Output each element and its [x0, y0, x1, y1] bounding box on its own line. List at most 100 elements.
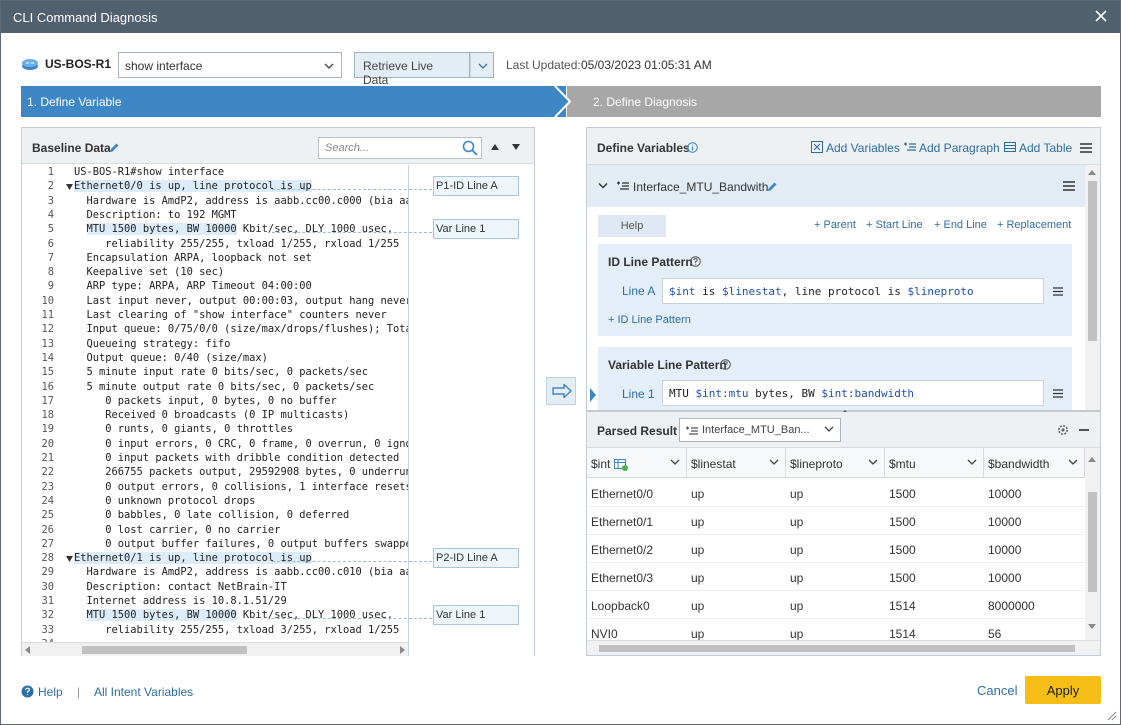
chevron-down-icon[interactable] — [1068, 458, 1078, 466]
retrieve-options-button[interactable] — [470, 52, 494, 78]
gear-icon[interactable] — [1057, 424, 1069, 436]
scrollbar-thumb[interactable] — [82, 646, 247, 654]
line-number: 7 — [47, 251, 54, 264]
column-header[interactable]: $mtu — [885, 448, 984, 478]
fold-toggle-icon[interactable] — [66, 556, 73, 563]
table-cell: 10000 — [988, 571, 1022, 585]
command-select[interactable]: show interface — [118, 52, 342, 78]
line-text: ARP type: ARPA, ARP Timeout 04:00:00 — [74, 280, 312, 293]
menu-icon[interactable] — [1080, 143, 1092, 153]
transfer-button[interactable] — [546, 377, 576, 405]
line-annotation[interactable]: Var Line 1 — [433, 219, 519, 240]
help-circle-icon[interactable] — [690, 256, 701, 267]
menu-icon[interactable] — [1063, 181, 1075, 191]
retrieve-live-data-button[interactable]: Retrieve Live Data — [354, 52, 470, 87]
pattern-text: , line protocol is — [781, 285, 908, 298]
table-horizontal-scrollbar[interactable] — [587, 640, 1100, 655]
close-icon[interactable] — [1092, 7, 1110, 25]
minimize-icon[interactable] — [1079, 429, 1089, 431]
table-row[interactable]: Loopback0 up up 1514 8000000 — [587, 591, 1085, 619]
scroll-up-icon[interactable] — [1088, 456, 1096, 462]
scrollbar-thumb[interactable] — [599, 645, 1075, 652]
column-header[interactable]: $lineproto — [786, 448, 885, 478]
table-cell: NVI0 — [591, 627, 618, 640]
add-parent-link[interactable]: + Parent — [814, 219, 856, 231]
scrollbar-thumb[interactable] — [1088, 181, 1097, 341]
table-vertical-scrollbar[interactable] — [1085, 448, 1100, 640]
step-define-diagnosis[interactable]: 2. Define Diagnosis — [567, 86, 1101, 117]
column-header[interactable]: $bandwidth — [984, 448, 1085, 478]
menu-icon[interactable] — [1053, 287, 1063, 296]
chevron-down-icon[interactable] — [670, 458, 680, 466]
vertical-scrollbar[interactable] — [1085, 165, 1100, 410]
help-label: Help — [38, 685, 63, 699]
previous-match-icon[interactable] — [490, 143, 500, 151]
line-text: 0 input packets with dribble condition d… — [74, 452, 400, 464]
scroll-up-icon[interactable] — [1088, 169, 1096, 175]
all-intent-variables-link[interactable]: All Intent Variables — [94, 685, 193, 699]
scroll-right-icon[interactable] — [399, 646, 405, 654]
id-line-pattern-input[interactable]: $int is $linestat, line protocol is $lin… — [662, 278, 1044, 304]
add-variables-label: Add Variables — [826, 141, 900, 155]
table-cell: 1514 — [889, 599, 916, 613]
resize-grip-icon[interactable] — [1105, 709, 1117, 721]
table-row[interactable]: Ethernet0/1 up up 1500 10000 — [587, 507, 1085, 535]
add-replacement-link[interactable]: + Replacement — [997, 219, 1071, 231]
line-annotation[interactable]: P2-ID Line A — [433, 548, 519, 569]
last-updated-label: Last Updated: — [506, 58, 581, 72]
chevron-down-icon[interactable] — [769, 458, 779, 466]
pencil-icon[interactable] — [766, 181, 778, 193]
fold-toggle-icon[interactable] — [66, 184, 73, 191]
table-cell: 1500 — [889, 571, 916, 585]
line-number: 33 — [41, 623, 54, 636]
add-variables-button[interactable]: Add Variables — [811, 141, 900, 155]
search-input[interactable]: Search... — [318, 137, 482, 159]
pencil-icon[interactable] — [108, 142, 120, 154]
table-row[interactable]: Ethernet0/2 up up 1500 10000 — [587, 535, 1085, 563]
line-annotation[interactable]: Var Line 1 — [433, 605, 519, 626]
help-circle-icon[interactable] — [720, 359, 731, 370]
highlighted-variable: MTU 1500 bytes, BW 10000 — [86, 609, 237, 622]
chevron-down-icon[interactable] — [868, 458, 878, 466]
chevron-down-icon — [824, 426, 834, 432]
chevron-down-icon[interactable] — [598, 182, 608, 190]
horizontal-scrollbar[interactable] — [22, 642, 408, 656]
code-line: 13 Queueing strategy: fifo — [22, 338, 408, 352]
scroll-down-icon[interactable] — [1088, 624, 1096, 630]
scrollbar-thumb[interactable] — [1088, 492, 1097, 592]
line-number: 17 — [41, 394, 54, 407]
parsed-result-header: Parsed Result Interface_MTU_Ban... — [587, 412, 1100, 448]
apply-button[interactable]: Apply — [1025, 676, 1101, 704]
add-table-button[interactable]: Add Table — [1004, 141, 1072, 155]
next-match-icon[interactable] — [511, 143, 521, 151]
add-id-line-pattern-link[interactable]: + ID Line Pattern — [608, 314, 691, 326]
info-icon[interactable] — [687, 142, 698, 153]
table-cell: 1514 — [889, 627, 916, 640]
column-header[interactable]: $linestat — [687, 448, 786, 478]
table-row[interactable]: Ethernet0/0 up up 1500 10000 — [587, 479, 1085, 507]
menu-icon[interactable] — [1053, 389, 1063, 398]
line-number: 1 — [47, 166, 54, 178]
baseline-title: Baseline Data — [32, 141, 111, 155]
variable-line-pattern-input[interactable]: MTU $int:mtu bytes, BW $int:bandwidth — [662, 380, 1044, 406]
line-annotation[interactable]: P1-ID Line A — [433, 176, 519, 197]
table-row[interactable]: Ethernet0/3 up up 1500 10000 — [587, 563, 1085, 591]
line-number: 31 — [41, 595, 54, 607]
baseline-code-view[interactable]: 1 US-BOS-R1#show interface 2 Ethernet0/0 is… — [22, 165, 408, 642]
table-row[interactable]: NVI0 up up 1514 56 — [587, 619, 1085, 640]
step-define-variable[interactable]: 1. Define Variable — [21, 86, 566, 117]
search-icon[interactable] — [461, 139, 479, 157]
cancel-button[interactable]: Cancel — [969, 677, 1021, 703]
add-paragraph-button[interactable]: Add Paragraph — [904, 141, 1000, 155]
add-end-line-link[interactable]: + End Line — [934, 219, 987, 231]
variable-row[interactable]: Interface_MTU_Bandwith — [587, 165, 1085, 207]
column-header[interactable]: $int — [587, 448, 687, 478]
table-icon — [1004, 142, 1016, 152]
scroll-left-icon[interactable] — [25, 646, 31, 654]
parsed-variable-select[interactable]: Interface_MTU_Ban... — [679, 418, 841, 442]
help-button[interactable]: Help — [598, 215, 666, 237]
help-link[interactable]: Help — [21, 685, 63, 699]
chevron-down-icon[interactable] — [967, 458, 977, 466]
add-start-line-link[interactable]: + Start Line — [866, 219, 923, 231]
pattern-variable: $int:bandwidth — [821, 387, 915, 400]
